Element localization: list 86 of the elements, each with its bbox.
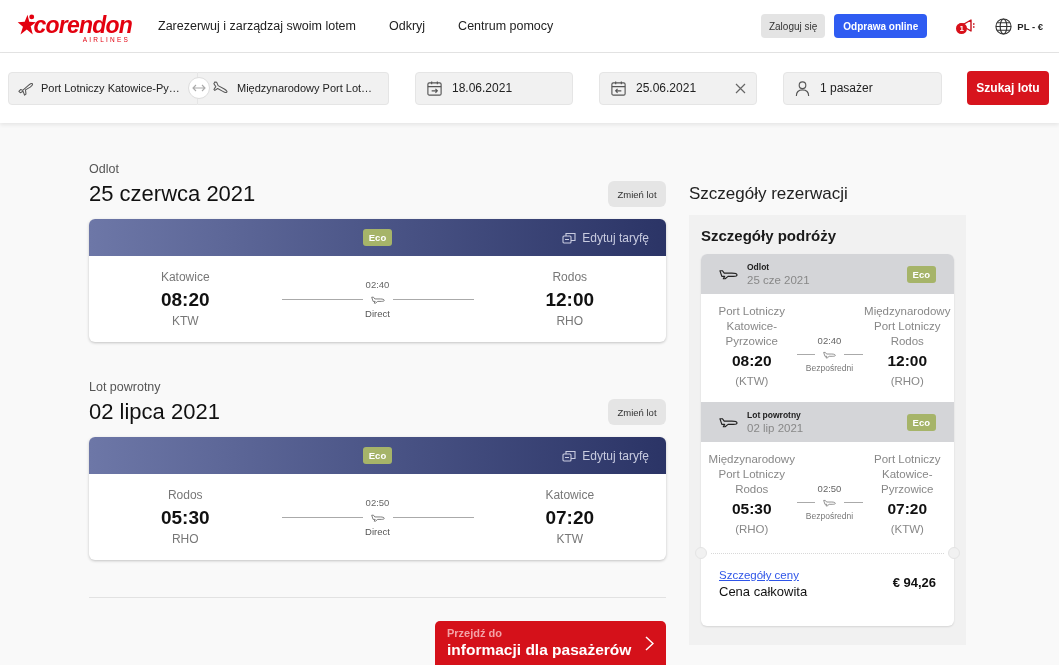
close-icon[interactable] xyxy=(735,82,746,94)
departure-date-field[interactable]: 18.06.2021 xyxy=(415,71,573,105)
stops-label: Bezpośredni xyxy=(805,361,854,374)
flight-duration: 02:40 xyxy=(365,278,390,291)
flight-date-heading: 02 lipca 2021 xyxy=(89,399,220,425)
origin-airport: Międzynarodowy Port Lotniczy Rodos xyxy=(707,452,796,497)
change-flight-button[interactable]: Zmień lot xyxy=(608,181,666,207)
segment-label: Odlot xyxy=(747,261,770,273)
flight-date-heading: 25 czerwca 2021 xyxy=(89,181,256,207)
destination-airport: Port Lotniczy Katowice-Pyrzowice xyxy=(873,452,942,497)
plane-icon xyxy=(370,513,385,522)
cards-icon xyxy=(562,231,577,244)
origin-code: (KTW) xyxy=(735,374,769,389)
plane-icon xyxy=(719,268,738,280)
fare-tag: Eco xyxy=(362,229,393,246)
flight-duration: 02:50 xyxy=(365,496,390,509)
segment-date: 25 cze 2021 xyxy=(747,272,810,287)
plane-icon xyxy=(823,498,836,507)
globe-icon xyxy=(995,17,1013,35)
search-button[interactable]: Szukaj lotu xyxy=(967,71,1049,105)
summary-heading: Szczegóły rezerwacji xyxy=(689,183,849,205)
logo-wordmark: corendon xyxy=(33,14,132,36)
departure-time: 05:30 xyxy=(731,499,772,519)
origin-code: (RHO) xyxy=(735,522,769,537)
departure-time: 05:30 xyxy=(160,505,210,530)
arrival-time: 07:20 xyxy=(887,499,928,519)
total-price: € 94,26 xyxy=(892,575,936,590)
stops-label: Bezpośredni xyxy=(805,509,854,522)
stops-label: Direct xyxy=(365,307,390,320)
swap-arrows-icon xyxy=(192,83,206,92)
destination-code: (RHO) xyxy=(890,374,924,389)
origin-code: KTW xyxy=(171,313,199,329)
origin-city: Rodos xyxy=(167,487,203,503)
login-button[interactable]: Zaloguj się xyxy=(760,14,826,38)
cards-icon xyxy=(562,449,577,462)
language-selector[interactable]: PL - € xyxy=(995,17,1043,35)
plane-icon xyxy=(823,350,836,359)
departure-time: 08:20 xyxy=(731,351,772,371)
panel-heading: Szczegóły podróży xyxy=(701,227,838,245)
person-icon xyxy=(794,79,811,97)
flight-duration: 02:40 xyxy=(817,334,842,347)
nav-link[interactable]: Centrum pomocy xyxy=(458,19,554,33)
return-date-field[interactable]: 25.06.2021 xyxy=(599,71,757,105)
plane-icon xyxy=(370,295,385,304)
continue-button[interactable]: Przejdź do informacji dla pasażerów xyxy=(435,621,666,665)
calendar-icon xyxy=(610,79,627,97)
chevron-right-icon xyxy=(645,635,654,651)
section-label: Lot powrotny xyxy=(89,380,162,395)
ticket-notch-icon xyxy=(948,547,960,559)
total-label: Cena całkowita xyxy=(719,584,808,599)
fare-tag: Eco xyxy=(362,447,393,464)
arrival-time: 12:00 xyxy=(887,351,928,371)
fare-tag: Eco xyxy=(906,265,936,283)
flight-duration: 02:50 xyxy=(817,482,842,495)
passengers-field[interactable]: 1 pasażer xyxy=(783,71,942,105)
calendar-icon xyxy=(426,79,443,97)
destination-code: KTW xyxy=(556,531,584,547)
destination-code: RHO xyxy=(556,313,584,329)
edit-fare-link[interactable]: Edytuj taryfę xyxy=(562,448,649,463)
origin-city: Katowice xyxy=(160,269,210,285)
ticket-notch-icon xyxy=(695,547,707,559)
change-flight-button[interactable]: Zmień lot xyxy=(608,399,666,425)
origin-code: RHO xyxy=(171,531,199,547)
nav-link[interactable]: Odkryj xyxy=(389,19,426,33)
section-label: Odlot xyxy=(89,162,120,177)
destination-airport: Międzynarodowy Port Lotniczy Rodos xyxy=(863,304,952,349)
edit-fare-link[interactable]: Edytuj taryfę xyxy=(562,230,649,245)
destination-field[interactable]: Międzynarodowy Port Lot… xyxy=(198,71,389,105)
arrival-time: 12:00 xyxy=(545,287,595,312)
price-details-link[interactable]: Szczegóły ceny xyxy=(719,569,799,581)
notifications-button[interactable]: 1 xyxy=(957,17,976,35)
stops-label: Direct xyxy=(365,525,390,538)
destination-city: Rodos xyxy=(552,269,588,285)
destination-city: Katowice xyxy=(545,487,595,503)
destination-code: (KTW) xyxy=(890,522,924,537)
departure-time: 08:20 xyxy=(160,287,210,312)
fare-tag: Eco xyxy=(906,413,936,431)
nav-link[interactable]: Zarezerwuj i zarządzaj swoim lotem xyxy=(158,19,356,33)
plane-icon xyxy=(719,416,738,428)
segment-label: Lot powrotny xyxy=(747,409,801,421)
origin-airport: Port Lotniczy Katowice-Pyrzowice xyxy=(717,304,786,349)
notification-badge: 1 xyxy=(956,23,968,34)
online-checkin-button[interactable]: Odprawa online xyxy=(834,14,928,38)
origin-field[interactable]: Port Lotniczy Katowice-Py… xyxy=(8,71,198,105)
segment-date: 02 lip 2021 xyxy=(747,420,804,435)
arrival-time: 07:20 xyxy=(545,505,595,530)
